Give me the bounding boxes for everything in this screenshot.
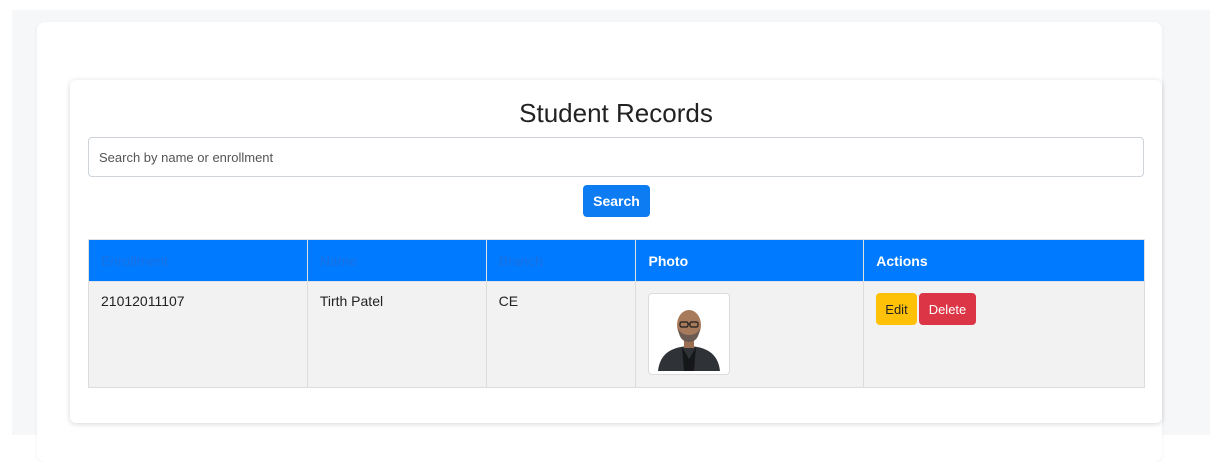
records-table: Enrollment Name Branch Photo Actions 210…	[88, 239, 1145, 388]
delete-button[interactable]: Delete	[918, 293, 977, 325]
cell-name: Tirth Patel	[306, 281, 487, 388]
cell-branch: CE	[485, 281, 637, 388]
search-button[interactable]: Search	[583, 185, 650, 217]
header-enrollment: Enrollment	[88, 239, 308, 282]
student-photo-image	[652, 297, 727, 371]
cell-actions: Edit Delete	[863, 281, 1145, 388]
header-actions: Actions	[863, 239, 1145, 282]
header-name: Name	[306, 239, 487, 282]
header-branch: Branch	[485, 239, 637, 282]
page-title: Student Records	[519, 98, 713, 128]
edit-button[interactable]: Edit	[876, 293, 917, 325]
search-input[interactable]	[88, 137, 1144, 177]
cell-photo	[635, 281, 865, 388]
student-photo	[648, 293, 731, 375]
cell-enrollment: 21012011107	[88, 281, 308, 388]
table-header-row: Enrollment Name Branch Photo Actions	[88, 239, 1145, 282]
table-row: 21012011107 Tirth Patel CE Edit Delete	[88, 281, 1145, 388]
header-photo: Photo	[635, 239, 865, 282]
